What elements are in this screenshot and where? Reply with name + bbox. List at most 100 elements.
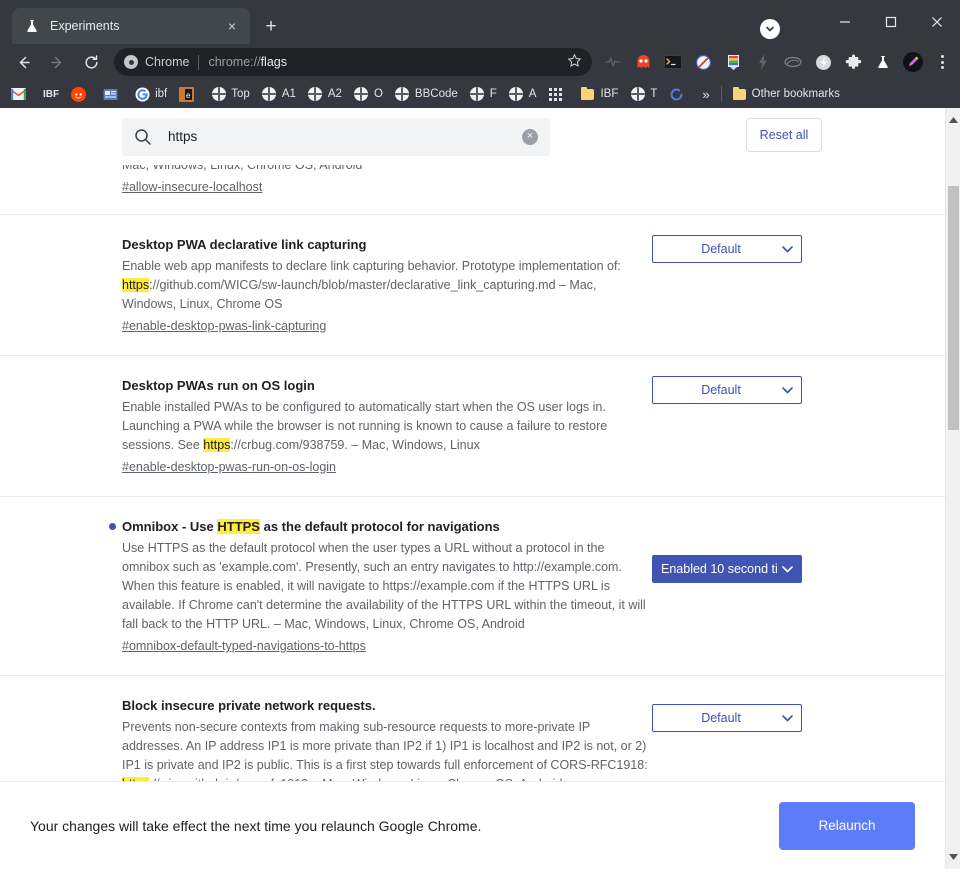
maximize-button[interactable]: [868, 0, 914, 44]
omnibox-url: chrome://flags: [208, 55, 287, 69]
flag-select[interactable]: Enabled 10 second ti: [652, 555, 802, 583]
chrome-menu-icon[interactable]: [930, 49, 954, 75]
scrollbar-thumb[interactable]: [948, 186, 959, 430]
extension-icons: [598, 49, 954, 75]
bookmarks-bar: IBF ibf e Top: [0, 80, 960, 108]
new-tab-button[interactable]: +: [258, 13, 284, 39]
url-prefix: chrome://: [208, 55, 260, 69]
flag-row: Desktop PWA declarative link capturing E…: [0, 215, 945, 356]
relaunch-button[interactable]: Relaunch: [779, 802, 915, 850]
bookmark-news[interactable]: [98, 83, 128, 105]
bookmark-other-bookmarks[interactable]: Other bookmarks: [727, 83, 845, 105]
flag-select-value: Default: [701, 242, 741, 256]
bookmark-ibf-google[interactable]: ibf: [130, 83, 172, 105]
search-highlight: HTTPS: [217, 519, 260, 534]
globe-icon: [509, 87, 524, 102]
reload-icon[interactable]: [76, 47, 106, 77]
mouse-icon[interactable]: [780, 49, 806, 75]
pulse-icon[interactable]: [600, 49, 626, 75]
bookmarks-overflow-button[interactable]: »: [696, 87, 715, 102]
bookmark-o[interactable]: O: [349, 83, 388, 105]
bookmark-f[interactable]: F: [465, 83, 502, 105]
back-icon[interactable]: [8, 47, 38, 77]
color-picker-icon[interactable]: [720, 49, 746, 75]
bookmark-label: A: [529, 88, 537, 100]
bookmark-e[interactable]: e: [174, 83, 204, 105]
bookmark-bbcode[interactable]: BBCode: [390, 83, 463, 105]
window-controls: [822, 0, 960, 44]
bookmark-top[interactable]: Top: [206, 83, 255, 105]
bookmark-a[interactable]: A: [504, 83, 542, 105]
search-input[interactable]: [166, 128, 522, 145]
minimize-button[interactable]: [822, 0, 868, 44]
flags-list: Mac, Windows, Linux, Chrome OS, Android …: [0, 108, 945, 835]
chevron-down-icon: [782, 383, 793, 397]
flag-anchor-link[interactable]: #enable-desktop-pwas-link-capturing: [122, 319, 326, 333]
bookmark-ibf-text[interactable]: IBF: [38, 83, 64, 105]
profile-avatar[interactable]: [900, 49, 926, 75]
flag-select[interactable]: Default: [652, 235, 802, 263]
flag-control: Default: [652, 215, 945, 355]
chrome-logo-icon: [124, 55, 138, 69]
forward-icon[interactable]: [42, 47, 72, 77]
bookmark-spinner[interactable]: [664, 83, 694, 105]
flag-select[interactable]: Default: [652, 704, 802, 732]
bookmark-apps[interactable]: [543, 83, 573, 105]
flag-title: Desktop PWAs run on OS login: [122, 376, 652, 395]
clear-search-icon[interactable]: ×: [522, 129, 538, 145]
block-ads-icon[interactable]: [690, 49, 716, 75]
svg-text:e: e: [186, 91, 191, 100]
globe-icon: [354, 87, 369, 102]
flag-select[interactable]: Default: [652, 376, 802, 404]
flag-anchor-link[interactable]: #omnibox-default-typed-navigations-to-ht…: [122, 639, 366, 653]
globe-icon: [211, 87, 226, 102]
scroll-down-icon[interactable]: [946, 849, 960, 865]
puzzle-extensions-icon[interactable]: [840, 49, 866, 75]
flag-control: Enabled 10 second ti: [652, 497, 945, 675]
bookmark-gmail[interactable]: [6, 83, 36, 105]
bookmark-t[interactable]: T: [625, 83, 662, 105]
globe-icon: [395, 87, 410, 102]
close-icon[interactable]: ×: [222, 16, 242, 36]
bookmarks-divider: [721, 86, 722, 102]
news-icon: [103, 87, 118, 102]
bookmark-a1[interactable]: A1: [257, 83, 301, 105]
close-button[interactable]: [914, 0, 960, 44]
flag-anchor-link[interactable]: #allow-insecure-localhost: [122, 180, 262, 194]
tab-search-icon[interactable]: [760, 19, 780, 39]
address-bar[interactable]: Chrome chrome://flags: [114, 48, 592, 76]
folder-icon: [580, 87, 595, 102]
bookmark-label: A2: [328, 88, 342, 100]
terminal-icon[interactable]: [660, 49, 686, 75]
tab-title: Experiments: [50, 19, 222, 33]
bookmark-label: IBF: [43, 89, 59, 100]
bolt-icon[interactable]: [750, 49, 776, 75]
bookmark-label: A1: [282, 88, 296, 100]
flag-row: Omnibox - Use HTTPS as the default proto…: [0, 497, 945, 676]
bookmark-label: F: [490, 88, 497, 100]
bookmark-reddit[interactable]: [66, 83, 96, 105]
search-box[interactable]: ×: [122, 118, 550, 156]
chevron-down-icon: [782, 562, 793, 576]
flag-select-value: Default: [701, 383, 741, 397]
flag-description: Enable installed PWAs to be configured t…: [122, 398, 652, 455]
globe-icon: [308, 87, 323, 102]
ghost-extension-icon[interactable]: [630, 49, 656, 75]
bookmark-a2[interactable]: A2: [303, 83, 347, 105]
flag-select-value: Default: [701, 711, 741, 725]
bookmark-label: IBF: [600, 88, 618, 100]
bookmark-label: T: [650, 88, 657, 100]
browser-tab[interactable]: Experiments ×: [12, 8, 250, 44]
bookmark-folder-ibf[interactable]: IBF: [575, 83, 623, 105]
bookmark-star-icon[interactable]: [567, 53, 582, 71]
relaunch-message: Your changes will take effect the next t…: [30, 818, 481, 834]
flag-anchor-link[interactable]: #enable-desktop-pwas-run-on-os-login: [122, 460, 336, 474]
scroll-up-icon[interactable]: [946, 112, 960, 128]
page-scrollbar[interactable]: [945, 108, 960, 869]
flask-icon[interactable]: [870, 49, 896, 75]
flash-circle-icon[interactable]: [810, 49, 836, 75]
reset-all-button[interactable]: Reset all: [746, 118, 822, 152]
bookmark-label: O: [374, 88, 383, 100]
search-icon: [134, 128, 152, 146]
chrome-chip: Chrome: [124, 55, 189, 69]
